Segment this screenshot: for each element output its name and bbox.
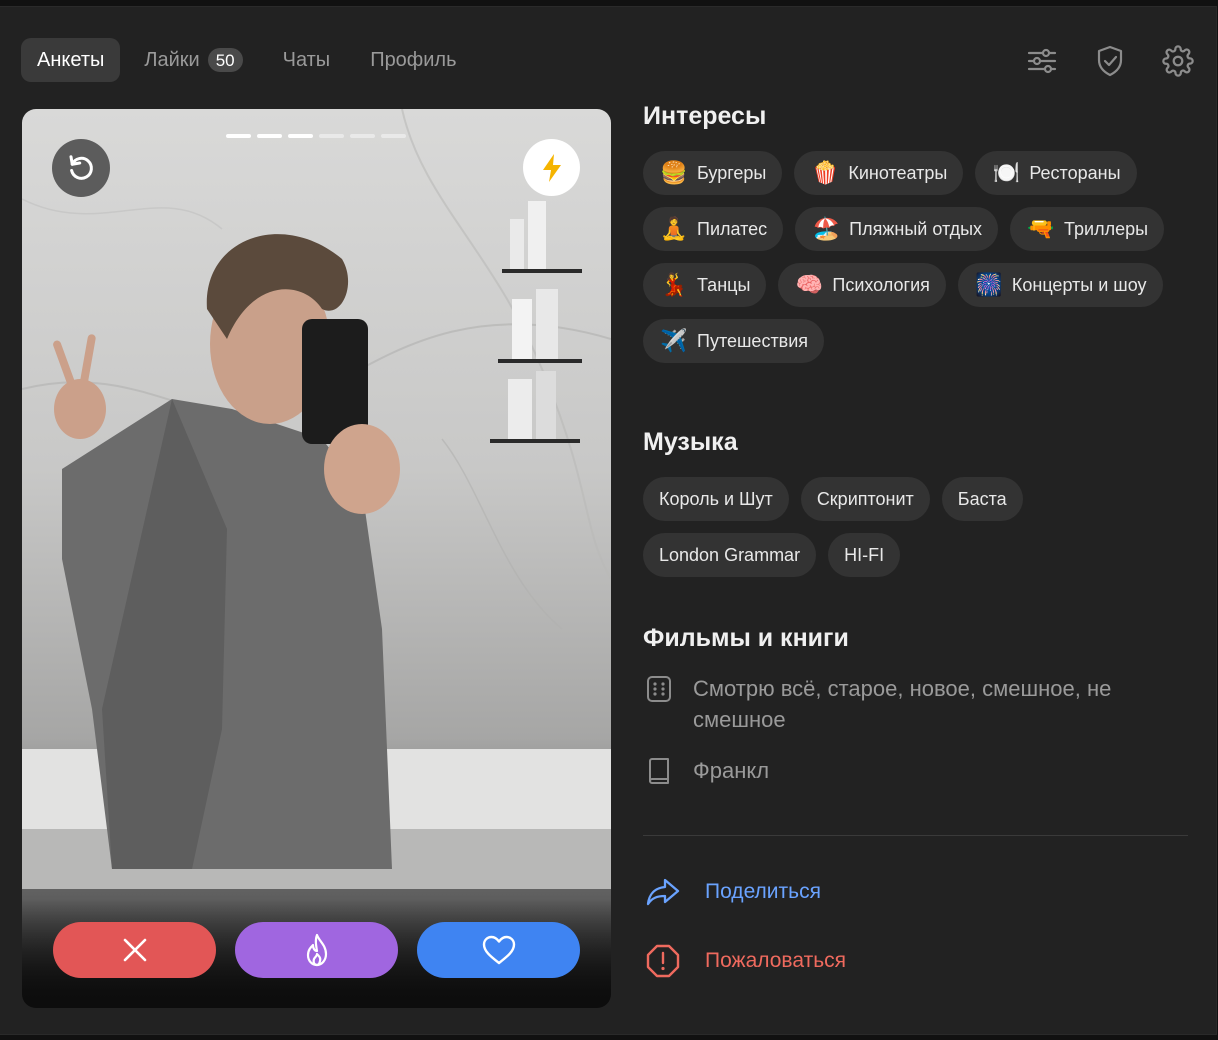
water-pistol-icon: 🔫	[1027, 216, 1055, 241]
boost-button[interactable]	[523, 139, 580, 196]
close-icon	[123, 938, 146, 962]
chip-label: Рестораны	[1029, 162, 1121, 183]
report-button[interactable]: Пожаловаться	[643, 941, 846, 981]
photo-indicator[interactable]	[288, 134, 313, 138]
popcorn-icon: 🍿	[811, 160, 840, 185]
films-section: Фильмы и книги Смотрю всё, старое, новое…	[643, 624, 1193, 787]
books-row: Франкл	[643, 755, 1193, 787]
photo-indicator[interactable]	[381, 134, 406, 138]
films-title: Фильмы и книги	[643, 624, 849, 652]
book-icon	[643, 755, 675, 787]
header-actions	[1024, 43, 1196, 79]
interest-chip[interactable]: ✈️ Путешествия	[643, 319, 825, 363]
tab-profile[interactable]: Профиль	[354, 38, 472, 82]
music-list: Король и Шут Скриптонит Баста London Gra…	[643, 477, 1193, 577]
chip-label: Бургеры	[697, 162, 767, 183]
top-nav: Анкеты Лайки 50 Чаты Профиль	[21, 38, 481, 82]
undo-button[interactable]	[52, 139, 110, 197]
music-chip[interactable]: London Grammar	[643, 533, 817, 577]
movies-row: Смотрю всё, старое, новое, смешное, не с…	[643, 673, 1193, 735]
chip-label: Психология	[832, 274, 930, 295]
tab-label: Анкеты	[37, 48, 105, 71]
interest-chip[interactable]: 🏖️ Пляжный отдых	[795, 207, 999, 251]
report-label: Пожаловаться	[705, 949, 847, 972]
divider	[643, 835, 1188, 836]
chip-label: Путешествия	[697, 330, 809, 351]
beach-icon: 🏖️	[812, 216, 840, 241]
fireworks-icon: 🎆	[975, 272, 1003, 297]
music-chip[interactable]: Баста	[941, 477, 1023, 521]
books-text: Франкл	[693, 758, 770, 783]
music-chip[interactable]: Король и Шут	[643, 477, 789, 521]
dancer-icon: 💃	[660, 272, 688, 297]
music-title: Музыка	[643, 428, 738, 456]
share-label: Поделиться	[705, 880, 821, 903]
interest-chip[interactable]: 🎆 Концерты и шоу	[957, 263, 1163, 307]
meditation-icon: 🧘	[660, 216, 688, 241]
movies-text: Смотрю всё, старое, новое, смешное, не с…	[693, 676, 1112, 732]
alert-icon	[643, 941, 683, 981]
dislike-button[interactable]	[53, 922, 216, 978]
photo-indicator[interactable]	[257, 134, 282, 138]
music-chip[interactable]: HI-FI	[828, 533, 901, 577]
share-icon	[643, 872, 683, 912]
tab-label: Лайки	[144, 48, 200, 71]
tab-label: Профиль	[370, 48, 457, 71]
brain-icon: 🧠	[795, 272, 824, 297]
interest-chip[interactable]: 🍔 Бургеры	[643, 151, 783, 195]
photo-indicator[interactable]	[350, 134, 375, 138]
photo-indicator[interactable]	[319, 134, 344, 138]
profile-photo-card[interactable]	[22, 109, 611, 1008]
photo-indicator[interactable]	[226, 134, 251, 138]
interest-chip[interactable]: 🍽️ Рестораны	[975, 151, 1137, 195]
photo-progress	[226, 134, 406, 138]
chip-label: Танцы	[697, 274, 751, 295]
app-window: Анкеты Лайки 50 Чаты Профиль Интересы 🍔 …	[0, 6, 1217, 1035]
chip-label: Пляжный отдых	[849, 218, 983, 239]
chip-label: Триллеры	[1064, 218, 1149, 239]
chip-label: Пилатес	[697, 218, 768, 239]
lightning-icon	[542, 153, 561, 182]
music-chip[interactable]: Скриптонит	[800, 477, 930, 521]
interest-chip[interactable]: 🔫 Триллеры	[1010, 207, 1165, 251]
plate-icon: 🍽️	[992, 160, 1021, 185]
burger-icon: 🍔	[660, 160, 688, 185]
interest-chip[interactable]: 🍿 Кинотеатры	[794, 151, 964, 195]
tab-profiles[interactable]: Анкеты	[21, 38, 121, 82]
gear-icon[interactable]	[1160, 43, 1196, 79]
interests-title: Интересы	[643, 102, 767, 130]
interest-chip[interactable]: 🧘 Пилатес	[643, 207, 784, 251]
film-icon	[643, 673, 675, 705]
music-section: Музыка Король и Шут Скриптонит Баста Lon…	[643, 428, 1193, 577]
like-button[interactable]	[417, 922, 580, 978]
interest-chip[interactable]: 💃 Танцы	[643, 263, 767, 307]
share-button[interactable]: Поделиться	[643, 872, 821, 912]
filters-icon[interactable]	[1024, 43, 1060, 79]
airplane-icon: ✈️	[660, 328, 688, 353]
interest-chip[interactable]: 🧠 Психология	[778, 263, 946, 307]
chip-label: Кинотеатры	[848, 162, 948, 183]
interests-section: Интересы 🍔 Бургеры 🍿 Кинотеатры 🍽️ Ресторан…	[643, 102, 1193, 363]
tab-likes[interactable]: Лайки 50	[128, 38, 258, 82]
profile-photo	[22, 109, 611, 1008]
chip-label: Концерты и шоу	[1011, 274, 1147, 295]
tab-chats[interactable]: Чаты	[267, 38, 347, 82]
shield-check-icon[interactable]	[1092, 43, 1128, 79]
interests-list: 🍔 Бургеры 🍿 Кинотеатры 🍽️ Рестораны 🧘 Пилате…	[643, 151, 1193, 363]
flame-icon	[306, 933, 327, 967]
heart-icon	[482, 935, 515, 965]
likes-count-badge: 50	[207, 48, 243, 72]
swipe-actions	[53, 922, 580, 978]
tab-label: Чаты	[282, 48, 331, 71]
undo-icon	[69, 155, 93, 180]
superlike-button[interactable]	[235, 922, 398, 978]
